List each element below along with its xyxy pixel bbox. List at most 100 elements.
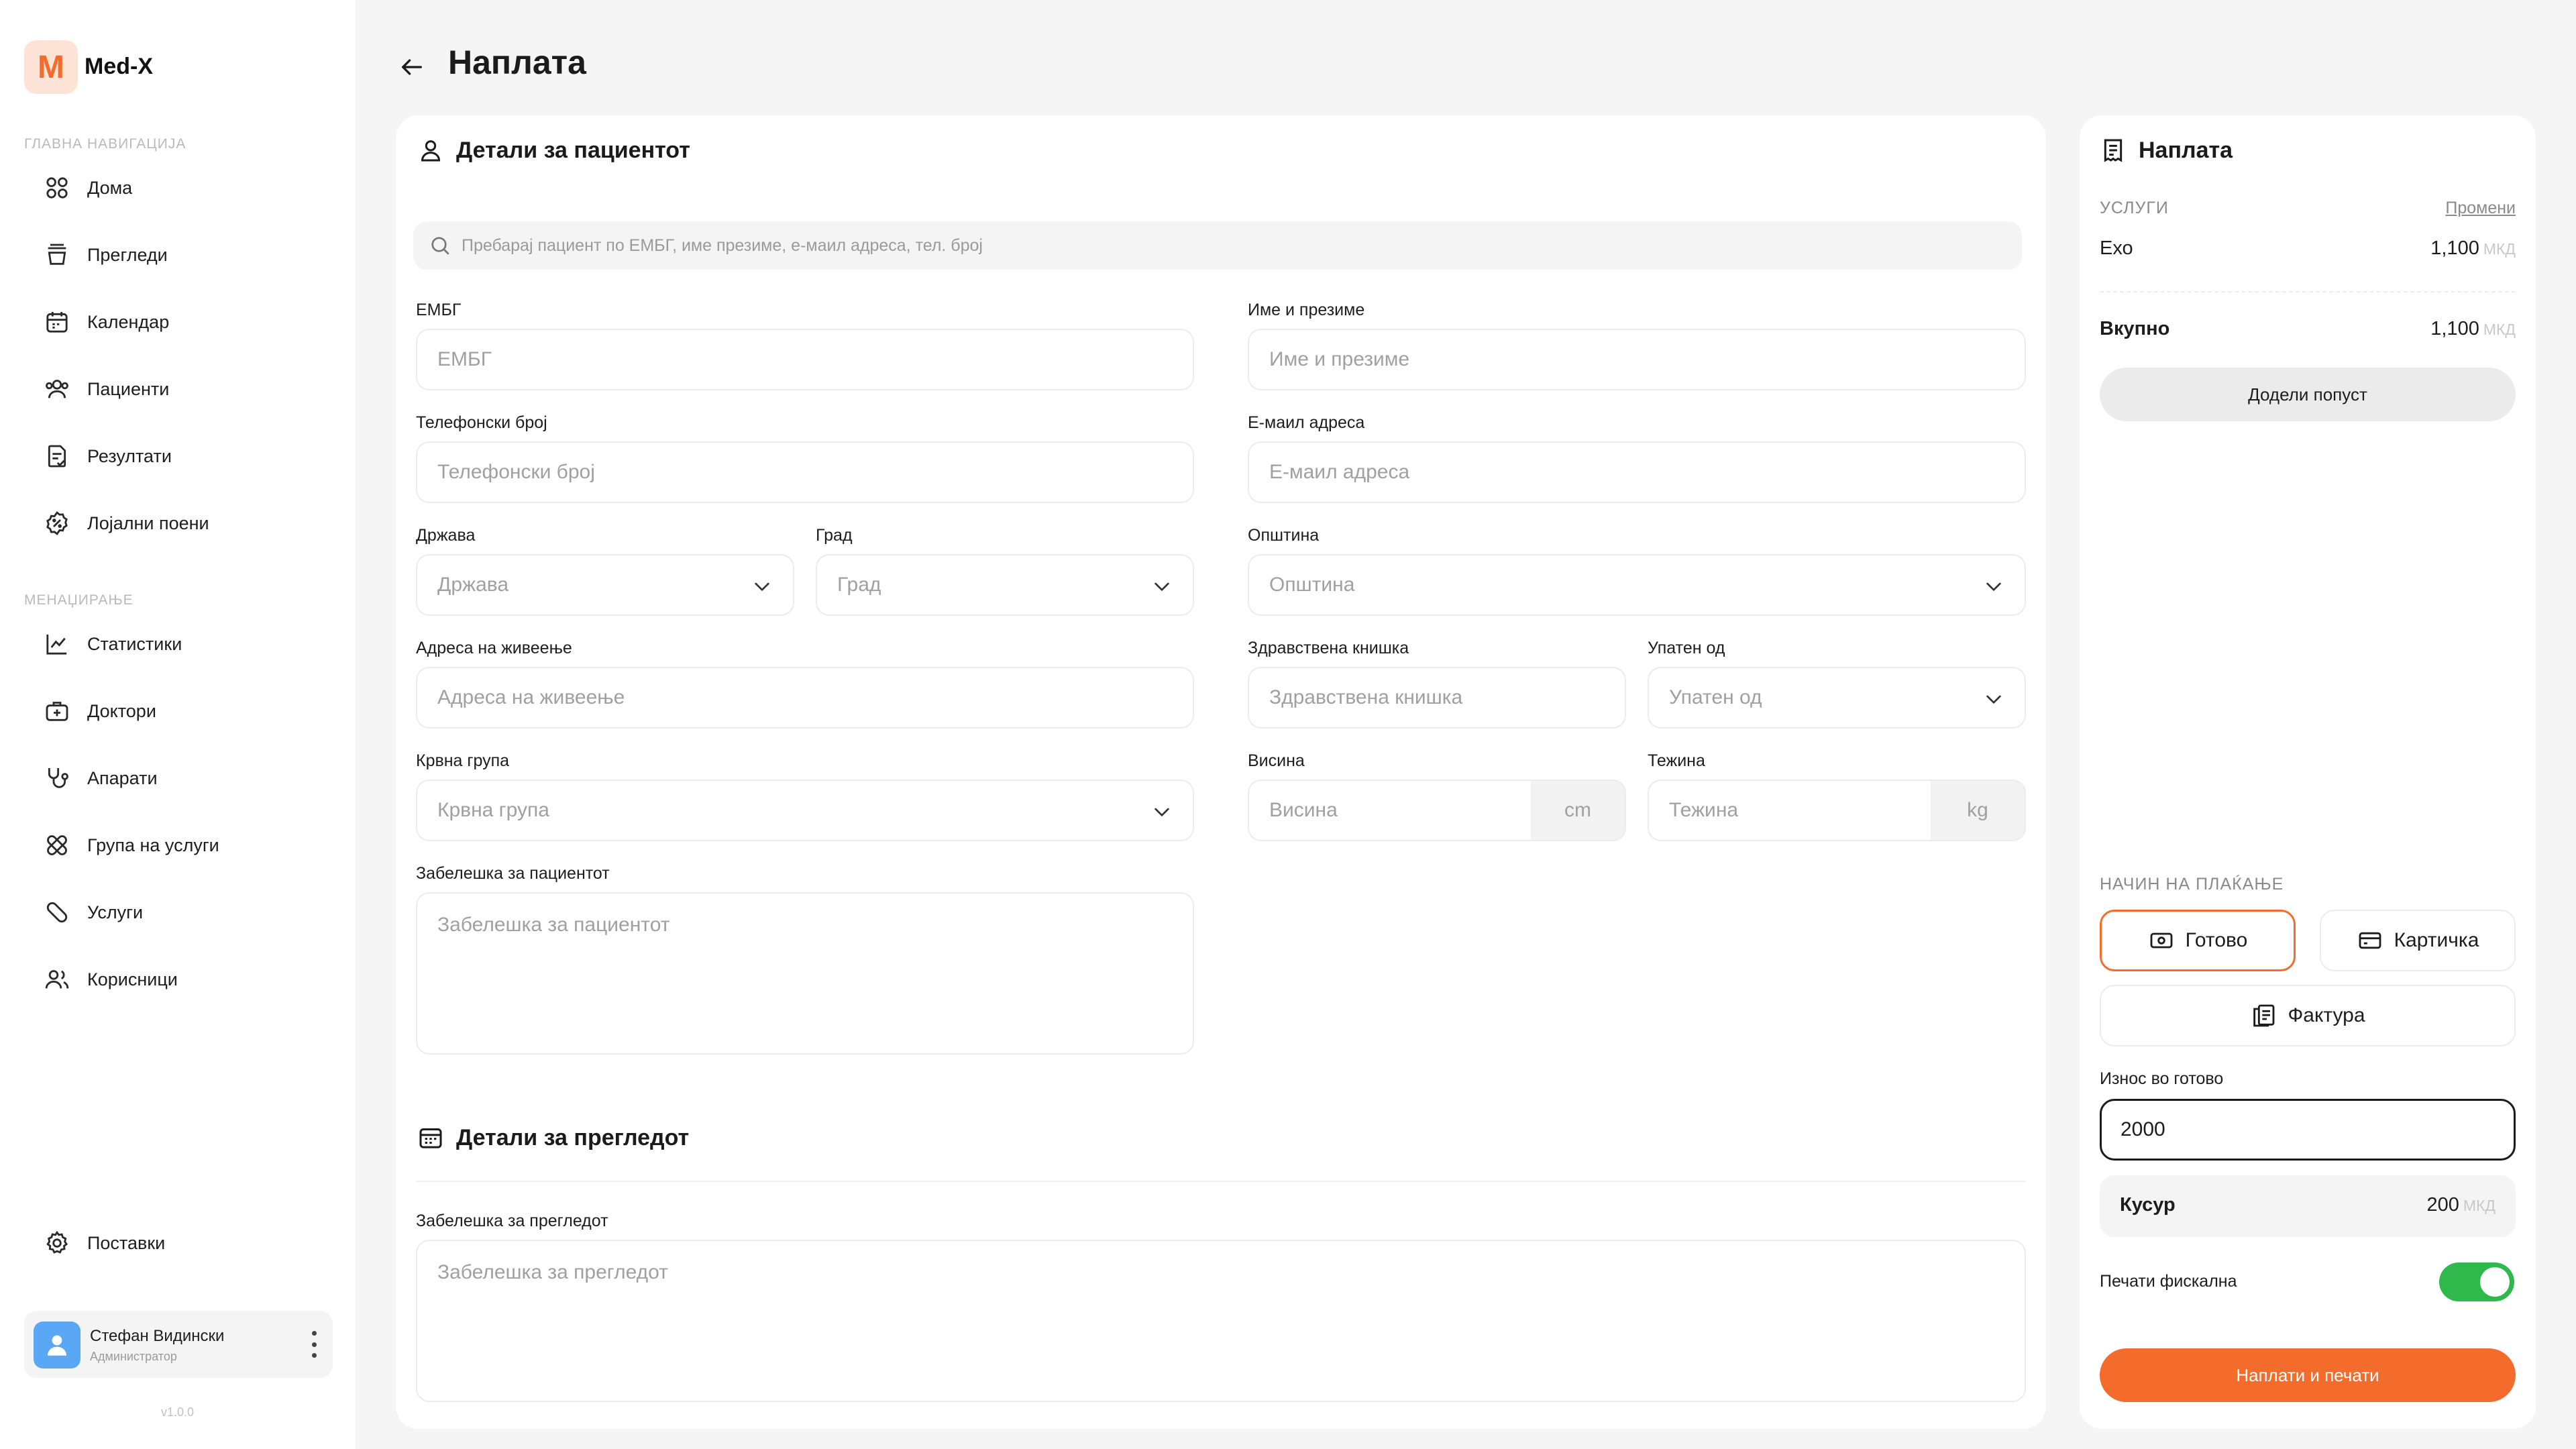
- height-label: Висина: [1248, 751, 1305, 770]
- email-input[interactable]: [1249, 461, 2025, 484]
- exam-details-title: Детали за прегледот: [456, 1124, 690, 1150]
- bandage-icon: [42, 897, 72, 928]
- change-label: Кусур: [2120, 1194, 2176, 1216]
- height-input[interactable]: [1249, 799, 1524, 822]
- cash-method-button[interactable]: Готово: [2100, 910, 2296, 971]
- payment-title: Наплата: [2139, 137, 2233, 163]
- pay-and-print-button[interactable]: Наплати и печати: [2100, 1348, 2516, 1402]
- sidebar: M Med-X ГЛАВНА НАВИГАЦИЈА Дома Прегледи …: [0, 0, 356, 1449]
- sidebar-item-label: Календар: [87, 311, 170, 332]
- change-amount-row: 200 МКД: [2426, 1194, 2496, 1216]
- total-amount-row: 1,100 МКД: [2430, 318, 2516, 340]
- management-label: МЕНАЏИРАЊЕ: [24, 592, 133, 608]
- sidebar-item-loyalty-points[interactable]: Лојални поени: [42, 500, 330, 547]
- back-button[interactable]: [393, 48, 431, 86]
- patient-search-input[interactable]: [462, 235, 2004, 256]
- exam-details-header: Детали за прегледот: [417, 1124, 689, 1151]
- chevron-down-icon: [751, 576, 773, 597]
- invoice-method-label: Фактура: [2288, 1004, 2365, 1026]
- cash-amount-field: [2100, 1099, 2516, 1161]
- sidebar-item-results[interactable]: Резултати: [42, 433, 330, 480]
- app-logo: M: [24, 40, 78, 94]
- sidebar-item-users[interactable]: Корисници: [42, 956, 330, 1003]
- municipality-select-value: Општина: [1269, 574, 1355, 596]
- embg-field: [416, 329, 1194, 390]
- invoice-icon: [2250, 1002, 2277, 1029]
- cash-amount-input[interactable]: [2102, 1101, 2514, 1159]
- full-name-label: Име и презиме: [1248, 301, 1365, 319]
- change-services-link[interactable]: Промени: [2445, 199, 2516, 218]
- sidebar-item-service-groups[interactable]: Група на услуги: [42, 822, 330, 869]
- country-select[interactable]: Држава: [416, 554, 794, 616]
- sidebar-item-label: Услуги: [87, 902, 144, 922]
- change-currency: МКД: [2463, 1197, 2496, 1214]
- user-profile-card[interactable]: Стефан Видински Администратор: [24, 1311, 333, 1378]
- sidebar-item-home[interactable]: Дома: [42, 164, 330, 211]
- municipality-label: Општина: [1248, 526, 1320, 545]
- kebab-menu-icon[interactable]: [307, 1331, 321, 1358]
- patient-details-header: Детали за пациентот: [417, 137, 690, 164]
- city-select-value: Град: [837, 574, 881, 596]
- patient-note-label: Забелешка за пациентот: [416, 864, 610, 883]
- total-label: Вкупно: [2100, 318, 2170, 339]
- invoice-method-button[interactable]: Фактура: [2100, 985, 2516, 1046]
- municipality-select[interactable]: Општина: [1248, 554, 2026, 616]
- full-name-input[interactable]: [1249, 348, 2025, 371]
- blood-type-select-value: Крвна група: [437, 799, 549, 821]
- patient-details-title: Детали за пациентот: [456, 137, 690, 163]
- main-navigation-label: ГЛАВНА НАВИГАЦИЈА: [24, 136, 186, 152]
- change-box: Кусур 200 МКД: [2100, 1175, 2516, 1237]
- sidebar-item-label: Корисници: [87, 969, 178, 989]
- sidebar-item-label: Пациенти: [87, 378, 170, 399]
- chevron-down-icon: [1983, 688, 2004, 710]
- assign-discount-button[interactable]: Додели попуст: [2100, 368, 2516, 421]
- service-name: Ехо: [2100, 237, 2133, 259]
- patient-search-bar: [413, 221, 2022, 270]
- patient-note-textarea[interactable]: [417, 894, 1193, 1053]
- gear-icon: [42, 1228, 72, 1258]
- card-method-label: Картичка: [2394, 929, 2479, 951]
- health-card-input[interactable]: [1249, 686, 1625, 709]
- sidebar-item-doctors[interactable]: Доктори: [42, 688, 330, 735]
- phone-field: [416, 441, 1194, 503]
- sidebar-item-label: Доктори: [87, 700, 156, 721]
- sidebar-item-label: Лојални поени: [87, 513, 209, 533]
- embg-input[interactable]: [417, 348, 1193, 371]
- weight-unit: kg: [1931, 781, 2025, 840]
- sidebar-item-statistics[interactable]: Статистики: [42, 621, 330, 667]
- referred-by-select[interactable]: Упатен од: [1648, 667, 2026, 729]
- user-name: Стефан Видински: [90, 1327, 225, 1345]
- blood-type-select[interactable]: Крвна група: [416, 780, 1194, 841]
- sidebar-item-examinations[interactable]: Прегледи: [42, 231, 330, 278]
- receipt-icon: [2100, 137, 2127, 164]
- page-title: Наплата: [448, 44, 586, 81]
- grid-icon: [42, 172, 72, 203]
- sidebar-item-patients[interactable]: Пациенти: [42, 366, 330, 413]
- card-method-button[interactable]: Картичка: [2320, 910, 2516, 971]
- city-select[interactable]: Град: [816, 554, 1194, 616]
- weight-input[interactable]: [1649, 799, 1924, 822]
- search-icon: [428, 233, 452, 258]
- email-label: Е-маил адреса: [1248, 413, 1365, 432]
- weight-label: Тежина: [1648, 751, 1705, 770]
- embg-label: ЕМБГ: [416, 301, 462, 319]
- sidebar-item-devices[interactable]: Апарати: [42, 755, 330, 802]
- sidebar-item-label: Поставки: [87, 1232, 166, 1253]
- referred-by-select-value: Упатен од: [1669, 686, 1762, 708]
- sidebar-item-calendar[interactable]: Календар: [42, 299, 330, 345]
- user-icon: [417, 137, 444, 164]
- chart-line-icon: [42, 629, 72, 659]
- exam-note-label: Забелешка за прегледот: [416, 1212, 608, 1230]
- phone-input[interactable]: [417, 461, 1193, 484]
- user-group-icon: [42, 964, 72, 995]
- city-label: Град: [816, 526, 853, 545]
- services-label: УСЛУГИ: [2100, 199, 2169, 217]
- address-input[interactable]: [417, 686, 1193, 709]
- print-fiscal-toggle[interactable]: [2439, 1263, 2514, 1301]
- height-field: cm: [1248, 780, 1626, 841]
- exam-note-textarea[interactable]: [417, 1241, 2025, 1401]
- height-unit: cm: [1531, 781, 1625, 840]
- sidebar-item-services[interactable]: Услуги: [42, 889, 330, 936]
- sidebar-item-settings[interactable]: Поставки: [42, 1220, 330, 1267]
- medical-bag-icon: [42, 696, 72, 727]
